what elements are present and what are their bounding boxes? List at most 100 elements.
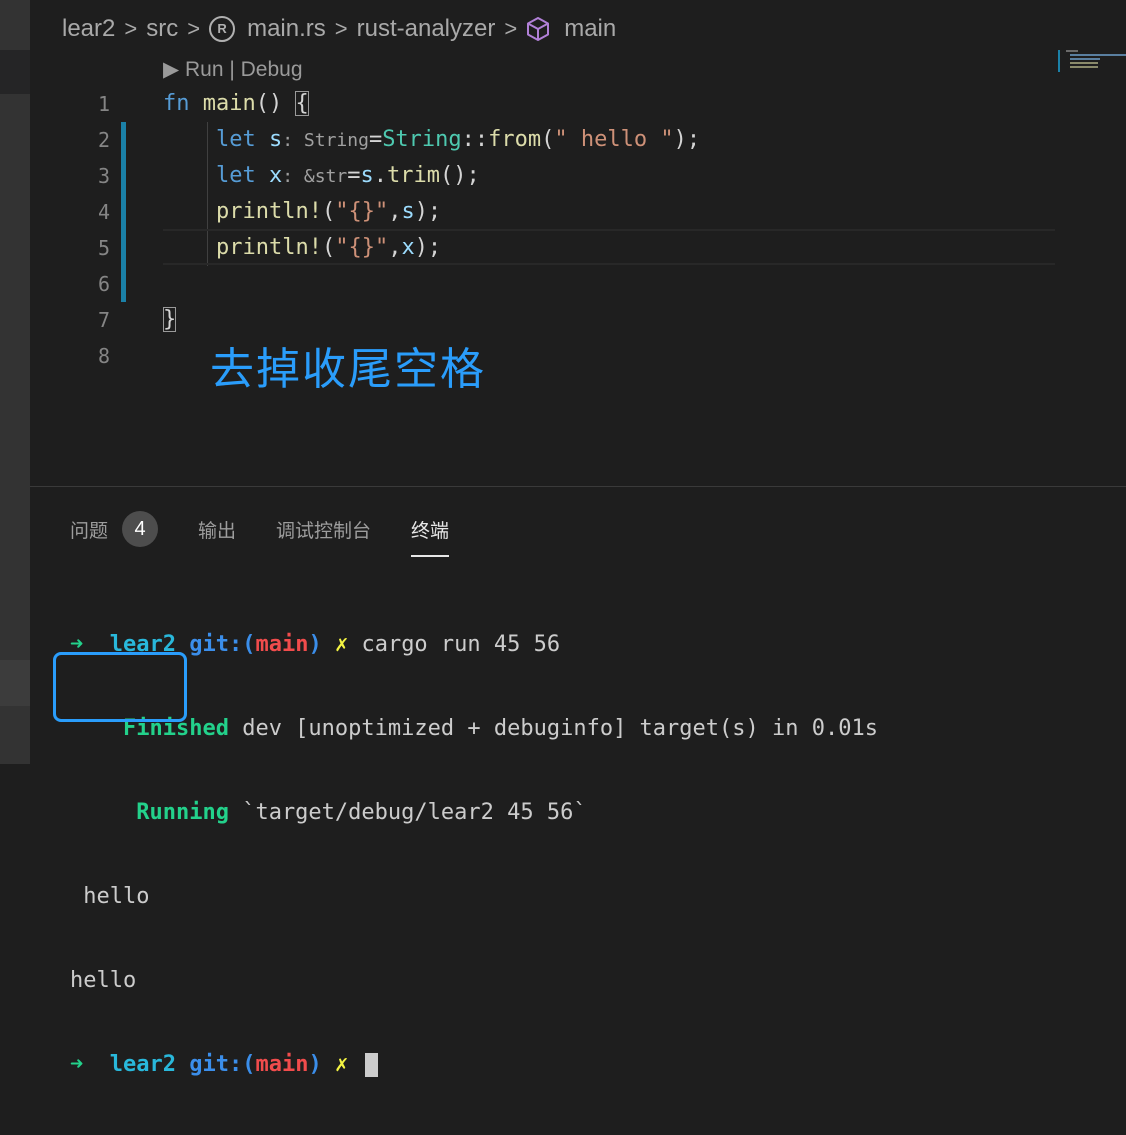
minimap-line (1070, 54, 1126, 56)
punct-token: ( (321, 199, 336, 224)
punct-token: ( (321, 235, 336, 260)
variable-token: x (401, 235, 415, 260)
code-line[interactable]: 6 (0, 266, 1096, 302)
prompt-dir: lear2 (109, 1052, 176, 1077)
prompt-git: git:( (189, 1052, 256, 1077)
minimap-line (1070, 66, 1098, 68)
macro-token: println! (215, 199, 322, 224)
breadcrumb-item-symbol[interactable]: main (564, 15, 616, 43)
breadcrumb-item-folder[interactable]: src (146, 15, 178, 43)
cargo-message: `target/debug/lear2 45 56` (242, 800, 587, 825)
code-line[interactable]: 7 } (0, 302, 1096, 338)
type-token: String (382, 127, 462, 152)
brace-match: { (295, 91, 309, 116)
codelens-run-debug[interactable]: ▶ Run | Debug (163, 57, 303, 82)
punct-token: ); (414, 235, 442, 260)
chevron-right-icon: > (504, 16, 518, 41)
punct-token: = (347, 163, 361, 188)
cube-symbol-icon (526, 16, 550, 42)
code-line[interactable]: 5 println!("{}",x); (0, 230, 1096, 266)
keyword-token: let (215, 127, 256, 152)
minimap-line (1070, 58, 1100, 60)
terminal-line: Running `target/debug/lear2 45 56` (70, 799, 878, 827)
line-number: 5 (97, 236, 110, 260)
prompt-git-close: ) (308, 1052, 322, 1077)
tab-label: 问题 (70, 519, 109, 542)
cargo-status: Running (136, 800, 229, 825)
variable-token: s (268, 127, 283, 152)
code-line[interactable]: 3 let x: &str=s.trim(); (0, 158, 1096, 194)
terminal-cursor (365, 1053, 379, 1077)
breadcrumb-item-file[interactable]: main.rs (247, 15, 326, 43)
function-name-token: trim (387, 163, 440, 188)
code-line[interactable]: 2 let s: String=String::from(" hello "); (0, 122, 1096, 158)
terminal-line: hello (70, 967, 878, 995)
cargo-message: dev [unoptimized + debuginfo] target(s) … (242, 716, 878, 741)
string-token: "{}" (335, 235, 389, 260)
terminal-line: ➜ lear2 git:(main) ✗ cargo run 45 56 (70, 631, 878, 659)
line-number: 8 (97, 344, 110, 368)
chevron-right-icon: > (334, 16, 348, 41)
keyword-token: fn (163, 91, 190, 116)
variable-token: x (268, 163, 283, 188)
string-token: "{}" (335, 199, 389, 224)
tab-label: 调试控制台 (276, 519, 372, 542)
breadcrumb: lear2 > src > R main.rs > rust-analyzer … (62, 12, 616, 46)
program-output: hello (70, 968, 137, 993)
tab-problems[interactable]: 问题 4 (70, 511, 159, 547)
tab-output[interactable]: 输出 (198, 516, 236, 543)
keyword-token: let (215, 163, 256, 188)
breadcrumb-item-analyzer[interactable]: rust-analyzer (357, 15, 496, 43)
line-number: 7 (97, 308, 110, 332)
punct-token: :: (461, 127, 489, 152)
annotation-text: 去掉收尾空格 (210, 344, 486, 395)
prompt-branch: main (255, 632, 309, 657)
activity-bar-item[interactable] (0, 660, 30, 706)
type-hint: : String (282, 130, 369, 151)
terminal-line: ➜ lear2 git:(main) ✗ (70, 1051, 878, 1079)
variable-token: s (360, 163, 374, 188)
line-number: 6 (97, 272, 110, 296)
function-name-token: main (202, 91, 256, 116)
rust-file-icon: R (209, 16, 236, 42)
terminal-line: hello (70, 883, 878, 911)
minimap-line (1070, 62, 1098, 64)
line-number: 3 (97, 164, 110, 188)
punct-token: , (388, 199, 402, 224)
tab-debug-console[interactable]: 调试控制台 (276, 516, 371, 543)
punct-token: . (373, 163, 388, 188)
minimap-git-bar (1058, 50, 1060, 72)
code-line[interactable]: 1 fn main() { (0, 86, 1096, 122)
macro-token: println! (215, 235, 322, 260)
string-token: " hello " (554, 127, 674, 152)
breadcrumb-item-project[interactable]: lear2 (62, 15, 115, 43)
prompt-git-close: ) (308, 632, 322, 657)
terminal-line: Finished dev [unoptimized + debuginfo] t… (70, 715, 878, 743)
dirty-mark-icon: ✗ (334, 632, 349, 657)
prompt-arrow-icon: ➜ (70, 1052, 84, 1077)
prompt-branch: main (255, 1052, 309, 1077)
code-line[interactable]: 4 println!("{}",s); (0, 194, 1096, 230)
punct-token: () (255, 91, 296, 116)
punct-token: , (388, 235, 402, 260)
chevron-right-icon: > (124, 16, 138, 41)
punct-token: ); (414, 199, 442, 224)
bottom-panel: 问题 4 输出 调试控制台 终端 ➜ lear2 git:(main) ✗ ca… (30, 486, 1126, 1077)
variable-token: s (401, 199, 415, 224)
line-number: 4 (97, 200, 110, 224)
program-output: hello (70, 884, 163, 909)
punct-token: (); (440, 163, 480, 188)
panel-tabs: 问题 4 输出 调试控制台 终端 (70, 509, 489, 557)
code-line[interactable]: 8 (0, 338, 1096, 374)
output-highlight-box (53, 652, 187, 722)
terminal-output[interactable]: ➜ lear2 git:(main) ✗ cargo run 45 56 Fin… (70, 575, 878, 1135)
minimap[interactable] (1058, 48, 1126, 78)
minimap-line (1066, 50, 1078, 52)
line-number: 2 (97, 128, 110, 152)
tab-label: 终端 (411, 519, 450, 542)
punct-token: ( (541, 127, 555, 152)
brace-match: } (163, 307, 177, 332)
tab-terminal[interactable]: 终端 (411, 516, 450, 557)
punct-token: = (368, 127, 383, 152)
terminal-command: cargo run 45 56 (361, 632, 561, 657)
